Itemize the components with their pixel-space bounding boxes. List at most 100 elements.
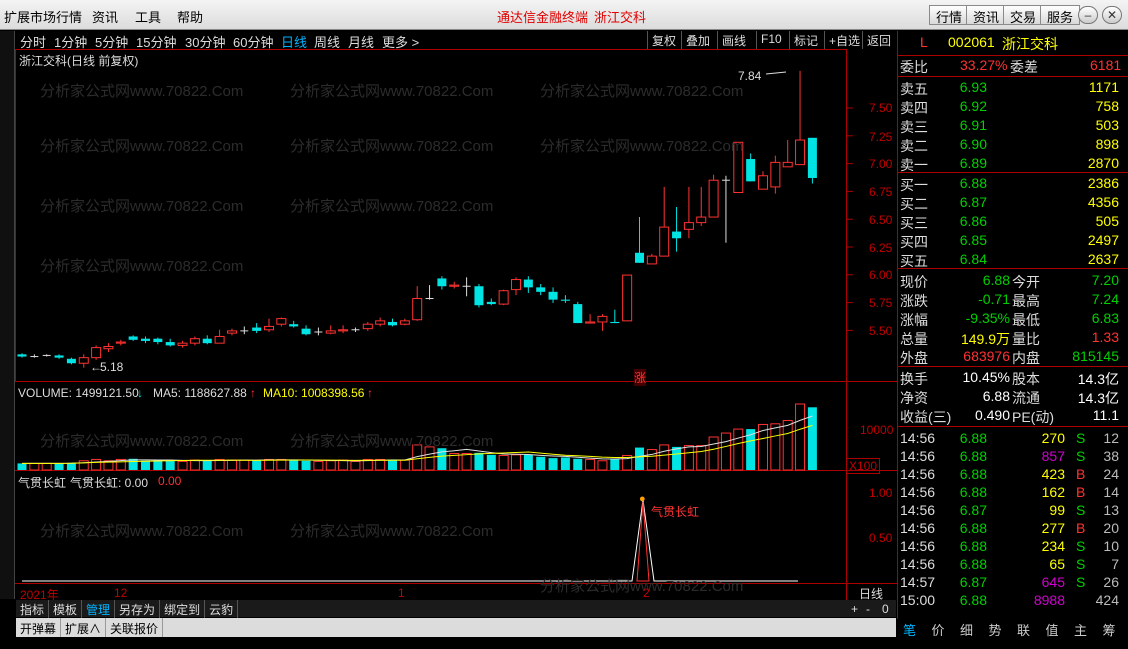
zoom-out-button[interactable]: - <box>866 602 870 616</box>
stat-row[interactable]: 涨跌 -0.71 最高 7.24 <box>898 290 1128 309</box>
volume-bar <box>474 452 484 470</box>
sell-level-row[interactable]: 卖三 6.91 503 <box>898 116 1128 135</box>
sell-level-row[interactable]: 卖五 6.93 1171 <box>898 78 1128 97</box>
tick-time: 14:56 <box>900 448 936 464</box>
tick-row[interactable]: 15:00 6.88 8988 424 <box>898 591 1128 610</box>
fin-row[interactable]: 收益(三) 0.490 PE(动) 11.1 <box>898 406 1128 425</box>
btn-linked-quote[interactable]: 关联报价 <box>106 618 164 639</box>
tick-price: 6.88 <box>959 556 987 572</box>
tick-row[interactable]: 14:56 6.88 423 B 24 <box>898 465 1128 484</box>
volume-bar <box>41 462 52 471</box>
stat-row[interactable]: 现价 6.88 今开 7.20 <box>898 271 1128 290</box>
tick-row[interactable]: 14:56 6.87 99 S 13 <box>898 501 1128 520</box>
indicator-value-label: 气贯长虹: 0.00 <box>70 476 149 490</box>
candle-down <box>202 338 212 344</box>
tick-side: S <box>1076 502 1086 518</box>
watermark: 分析家公式网www.70822.Com <box>290 433 494 450</box>
level-price: 6.88 <box>959 175 987 191</box>
btn-quote[interactable]: 行情 <box>929 5 970 25</box>
tick-row[interactable]: 14:56 6.88 270 S 12 <box>898 429 1128 448</box>
tick-count: 13 <box>1103 502 1119 518</box>
candle-down <box>672 231 682 239</box>
stat-label: 量比 <box>1012 331 1040 347</box>
tab-indicator[interactable]: 指标 <box>16 600 50 619</box>
zoom-reset-button[interactable]: 0 <box>882 602 889 616</box>
buy-level-row[interactable]: 买一 6.88 2386 <box>898 174 1128 193</box>
tick-volume: 857 <box>1041 448 1065 464</box>
bottom-bar <box>0 637 1128 649</box>
volume-bar <box>560 457 570 470</box>
tick-row[interactable]: 14:56 6.88 857 S 38 <box>898 447 1128 466</box>
limit-up-marker: 涨 <box>634 369 647 386</box>
candle-down <box>746 159 756 182</box>
sell-level-row[interactable]: 卖四 6.92 758 <box>898 97 1128 116</box>
tick-time: 14:56 <box>900 466 936 482</box>
candle-down <box>388 321 397 326</box>
tick-row[interactable]: 14:56 6.88 162 B 14 <box>898 483 1128 502</box>
btn-info[interactable]: 资讯 <box>966 5 1007 25</box>
watermark: 分析家公式网www.70822.Com <box>290 523 494 540</box>
watermark: 分析家公式网www.70822.Com <box>290 83 494 100</box>
tick-time: 14:56 <box>900 538 936 554</box>
buy-level-row[interactable]: 买五 6.84 2637 <box>898 250 1128 269</box>
tab-save-as[interactable]: 另存为 <box>115 600 161 619</box>
sell-level-row[interactable]: 卖一 6.89 2870 <box>898 154 1128 173</box>
stat-row[interactable]: 外盘 683976 内盘 815145 <box>898 347 1128 366</box>
tick-time: 14:56 <box>900 556 936 572</box>
volume-bar <box>388 459 397 470</box>
volume-bar <box>289 460 299 470</box>
tab-manage[interactable]: 管理 <box>82 600 116 619</box>
low-arrow-icon: ← <box>90 360 102 374</box>
fin-row[interactable]: 净资 6.88 流通 14.3亿 <box>898 387 1128 406</box>
buy-level-row[interactable]: 买四 6.85 2497 <box>898 231 1128 250</box>
tab-cloud[interactable]: 云豹 <box>205 600 239 619</box>
candle-up <box>91 347 102 359</box>
tab-bind[interactable]: 绑定到 <box>160 600 206 619</box>
candle-up <box>226 330 237 334</box>
candle-down <box>523 279 533 288</box>
sell-level-row[interactable]: 卖二 6.90 898 <box>898 135 1128 154</box>
volume-bar <box>635 447 644 470</box>
level-volume: 1171 <box>1088 79 1119 95</box>
close-icon[interactable]: ✕ <box>1102 6 1122 24</box>
volume-bar <box>486 454 496 470</box>
btn-danmu[interactable]: 开弹幕 <box>16 618 62 639</box>
buy-level-row[interactable]: 买三 6.86 505 <box>898 212 1128 231</box>
tick-side: B <box>1076 520 1086 536</box>
candle-down <box>153 338 163 343</box>
y-tick: 7.50 <box>869 101 893 115</box>
btn-expand[interactable]: 扩展∧ <box>61 618 107 639</box>
tick-side: S <box>1076 574 1086 590</box>
candle-up <box>338 329 349 332</box>
zoom-in-button[interactable]: + <box>851 602 858 616</box>
stat-label: 最高 <box>1012 293 1040 309</box>
stat-row[interactable]: 总量 149.9万 量比 1.33 <box>898 328 1128 347</box>
candle-up <box>189 338 200 344</box>
candle-down <box>635 252 644 263</box>
tab-template[interactable]: 模板 <box>49 600 83 619</box>
candle-up <box>498 290 509 305</box>
stat-label: 今开 <box>1012 274 1040 290</box>
minimize-icon[interactable]: – <box>1078 6 1098 24</box>
stat-row[interactable]: 涨幅 -9.35% 最低 6.83 <box>898 309 1128 328</box>
tick-row[interactable]: 14:56 6.88 65 S 7 <box>898 555 1128 574</box>
tick-volume: 645 <box>1041 574 1065 590</box>
tick-row[interactable]: 14:57 6.87 645 S 26 <box>898 573 1128 592</box>
tick-row[interactable]: 14:56 6.88 277 B 20 <box>898 519 1128 538</box>
candle-down <box>66 358 76 364</box>
btn-service[interactable]: 服务 <box>1040 5 1081 25</box>
signal-label: 气贯长虹 <box>651 505 700 519</box>
detail-tabs: 笔价细势联值主筹 <box>897 619 1128 638</box>
tick-row[interactable]: 14:56 6.88 234 S 10 <box>898 537 1128 556</box>
fin-row[interactable]: 换手 10.45% 股本 14.3亿 <box>898 368 1128 387</box>
btn-trade[interactable]: 交易 <box>1003 5 1044 25</box>
stat-label: 总量 <box>900 331 928 347</box>
ma10-arrow-icon: ↑ <box>367 386 373 400</box>
candle-up <box>264 325 274 331</box>
candle-up <box>597 315 608 323</box>
volume-bar <box>498 454 509 471</box>
y-tick: 6.00 <box>869 268 893 282</box>
buy-level-row[interactable]: 买二 6.87 4356 <box>898 193 1128 212</box>
stat-value: 7.24 <box>1091 291 1119 307</box>
candle-up <box>325 330 336 334</box>
